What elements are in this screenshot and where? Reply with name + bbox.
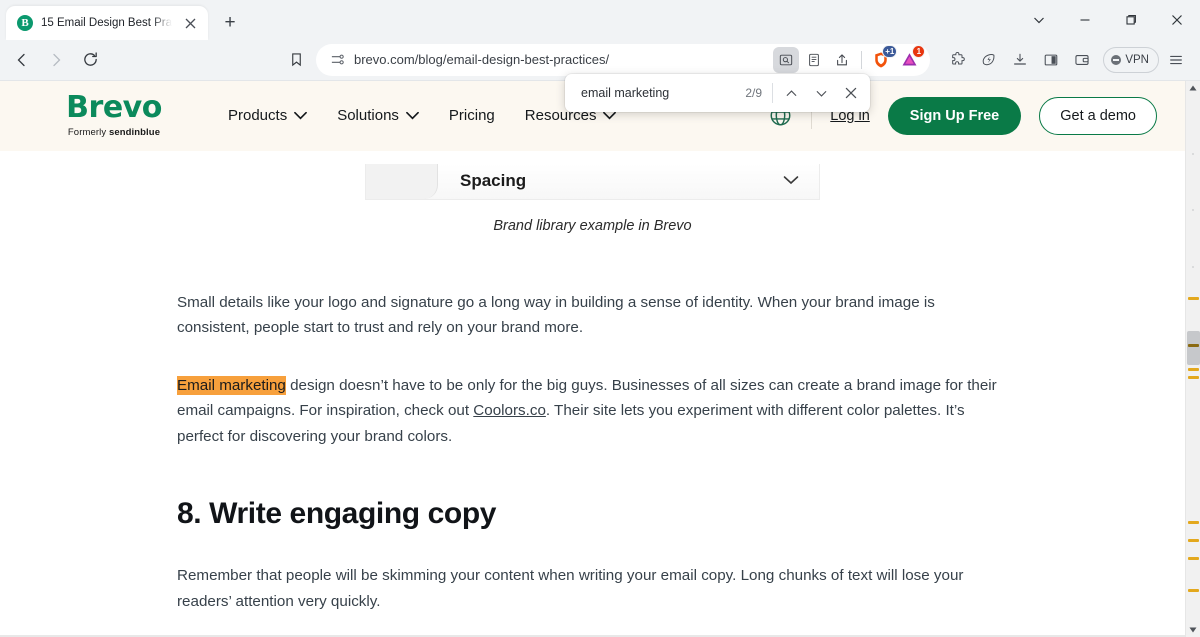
paragraph-2: Email marketing design doesn’t have to b…	[177, 373, 997, 450]
reload-button[interactable]	[74, 44, 106, 76]
scroll-up-arrow[interactable]	[1186, 81, 1200, 96]
image-left-cell	[366, 164, 438, 199]
toolbar-divider	[861, 51, 862, 69]
find-match-highlight: Email marketing	[177, 376, 286, 395]
minimize-button[interactable]	[1062, 3, 1108, 37]
brevo-logo[interactable]: Brevo Formerly sendinblue	[50, 93, 178, 138]
find-previous-button[interactable]	[776, 79, 806, 107]
chevron-down-icon	[783, 172, 799, 190]
nav-item-pricing[interactable]: Pricing	[449, 107, 495, 124]
find-input[interactable]	[581, 86, 745, 100]
tab-favicon: B	[17, 15, 33, 31]
alert-triangle-icon[interactable]: 1	[896, 47, 922, 73]
nav-label: Solutions	[337, 107, 399, 124]
downloads-icon[interactable]	[1006, 46, 1034, 74]
section-heading: 8. Write engaging copy	[177, 497, 1185, 531]
get-a-demo-button[interactable]: Get a demo	[1039, 97, 1157, 135]
coolors-link[interactable]: Coolors.co	[473, 402, 546, 419]
brave-rewards-icon[interactable]	[975, 46, 1003, 74]
find-match-count: 2/9	[745, 86, 772, 100]
back-button[interactable]	[6, 44, 38, 76]
hamburger-menu-icon[interactable]	[1162, 46, 1190, 74]
wallet-icon[interactable]	[1068, 46, 1096, 74]
browser-titlebar: B 15 Email Design Best Practices f +	[0, 0, 1200, 40]
paragraph-1: Small details like your logo and signatu…	[177, 290, 997, 341]
find-in-page-bar: 2/9	[565, 74, 870, 112]
page-viewport: Brevo Formerly sendinblue Products So	[0, 80, 1200, 637]
find-match-tick-active	[1188, 344, 1199, 347]
find-next-button[interactable]	[806, 79, 836, 107]
scroll-marker	[1192, 153, 1194, 155]
sidebar-icon[interactable]	[1037, 46, 1065, 74]
scrollbar-thumb[interactable]	[1187, 331, 1200, 365]
extensions-icon[interactable]	[944, 46, 972, 74]
logo-tagline-prefix: Formerly	[68, 127, 106, 138]
tab-search-button[interactable]	[1016, 3, 1062, 37]
reader-mode-icon[interactable]	[801, 47, 827, 73]
browser-action-icons: VPN	[938, 46, 1190, 74]
find-divider	[772, 83, 773, 103]
tab-strip: B 15 Email Design Best Practices f +	[6, 0, 244, 40]
find-match-tick	[1188, 539, 1199, 542]
find-match-tick	[1188, 589, 1199, 592]
shields-badge: +1	[882, 45, 897, 58]
site-navigation: Products Solutions Pricing	[228, 107, 616, 124]
chevron-down-icon	[406, 107, 419, 124]
new-tab-button[interactable]: +	[216, 9, 244, 37]
address-bar[interactable]: brevo.com/blog/email-design-best-practic…	[316, 44, 930, 76]
article-body: Small details like your logo and signatu…	[0, 290, 1185, 637]
address-bar-url: brevo.com/blog/email-design-best-practic…	[354, 52, 764, 67]
web-page: Brevo Formerly sendinblue Products So	[0, 81, 1185, 637]
logo-tagline-brand: sendinblue	[109, 127, 160, 138]
page-scrollbar[interactable]	[1185, 81, 1200, 637]
chevron-down-icon	[294, 107, 307, 124]
browser-tab[interactable]: B 15 Email Design Best Practices f	[6, 6, 208, 40]
vpn-status-icon	[1111, 55, 1121, 65]
find-match-tick	[1188, 557, 1199, 560]
find-in-page-icon[interactable]	[773, 47, 799, 73]
tab-title: 15 Email Design Best Practices f	[41, 17, 172, 29]
logo-tagline: Formerly sendinblue	[68, 127, 160, 138]
maximize-button[interactable]	[1108, 3, 1154, 37]
window-controls	[1016, 0, 1200, 40]
image-caption: Brand library example in Brevo	[0, 218, 1185, 234]
vpn-label: VPN	[1125, 54, 1149, 66]
scroll-marker	[1192, 266, 1194, 268]
nav-item-solutions[interactable]: Solutions	[337, 107, 419, 124]
find-match-tick	[1188, 521, 1199, 524]
nav-label: Products	[228, 107, 287, 124]
bookmark-icon[interactable]	[280, 44, 312, 76]
nav-label: Pricing	[449, 107, 495, 124]
signup-free-button[interactable]: Sign Up Free	[888, 97, 1021, 135]
vpn-button[interactable]: VPN	[1103, 47, 1159, 73]
forward-button[interactable]	[40, 44, 72, 76]
logo-wordmark: Brevo	[66, 93, 162, 123]
find-close-button[interactable]	[836, 79, 866, 107]
tab-close-icon[interactable]	[180, 13, 200, 33]
address-bar-actions: +1 1	[773, 47, 922, 73]
brave-shields-icon[interactable]: +1	[868, 47, 894, 73]
find-match-tick	[1188, 368, 1199, 371]
find-match-tick	[1188, 297, 1199, 300]
brand-library-image: Spacing	[365, 164, 820, 200]
scroll-down-arrow[interactable]	[1186, 622, 1200, 637]
browser-window: B 15 Email Design Best Practices f +	[0, 0, 1200, 637]
find-match-tick	[1188, 376, 1199, 379]
alert-badge: 1	[912, 45, 925, 58]
share-icon[interactable]	[829, 47, 855, 73]
scroll-marker	[1192, 209, 1194, 211]
article-content: Spacing Brand library example in Brevo S…	[0, 164, 1185, 637]
close-window-button[interactable]	[1154, 3, 1200, 37]
paragraph-3: Remember that people will be skimming yo…	[177, 563, 997, 614]
nav-item-products[interactable]: Products	[228, 107, 307, 124]
spacing-row-label: Spacing	[460, 171, 526, 191]
site-settings-icon[interactable]	[330, 52, 345, 67]
browser-toolbar: brevo.com/blog/email-design-best-practic…	[0, 40, 1200, 80]
